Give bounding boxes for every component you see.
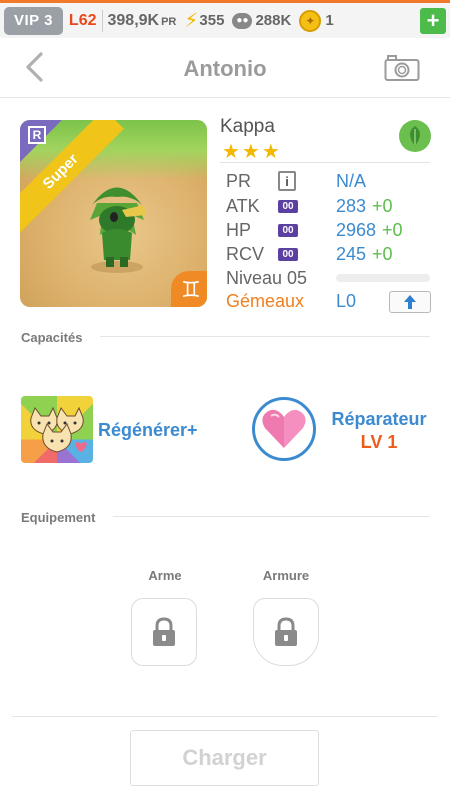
status-bar: VIP 3 L62 398,9K PR ⚡ 355 ●● 288K ✦ 1 + <box>0 0 450 38</box>
monster-card[interactable]: Super R ♊ <box>20 120 207 307</box>
level-progress-bar <box>336 274 430 282</box>
weapon-label: Arme <box>148 568 182 583</box>
armor-label: Armure <box>262 568 310 583</box>
power-rating: 398,9K PR <box>108 12 177 30</box>
paw-counter[interactable]: ●● 288K <box>232 12 291 29</box>
hp-enhance-badge: 00 <box>278 224 298 237</box>
stat-value-pr: N/A <box>336 171 367 191</box>
lightning-icon: ⚡ <box>184 10 199 32</box>
zodiac-sign-label: Gémeaux <box>226 291 305 311</box>
player-level: L62 <box>68 11 97 29</box>
stat-value-rcv: 245 +0 <box>336 244 393 264</box>
stat-label-rcv: RCV <box>226 244 265 264</box>
rcv-enhance-badge: 00 <box>278 248 298 261</box>
skill-name[interactable]: Régénérer+ <box>98 420 198 441</box>
equipment-section-label: Equipement <box>21 510 96 525</box>
upgrade-button[interactable] <box>389 291 431 313</box>
leader-skill-name[interactable]: Réparateur <box>329 409 429 430</box>
camera-button[interactable] <box>384 54 420 87</box>
charger-button[interactable]: Charger <box>130 730 319 786</box>
energy-counter[interactable]: ⚡ 355 <box>184 8 224 33</box>
level-label: Niveau 05 <box>226 268 308 288</box>
stat-value-atk: 283 +0 <box>336 196 393 216</box>
gemini-zodiac-icon: ♊ <box>171 271 207 307</box>
power-rating-unit: PR <box>161 15 177 28</box>
page-title: Antonio <box>183 56 267 81</box>
coin-counter[interactable]: ✦ 1 <box>299 9 334 32</box>
heart-icon <box>262 409 306 448</box>
abilities-section-label: Capacités <box>21 330 83 345</box>
rarity-badge: R <box>28 126 46 144</box>
zodiac-level: L0 <box>336 291 357 311</box>
lock-icon <box>275 617 297 646</box>
camera-icon <box>384 55 420 81</box>
coin-icon: ✦ <box>299 9 322 32</box>
stat-label-pr: PR <box>226 171 252 191</box>
atk-enhance-badge: 00 <box>278 200 298 213</box>
header: Antonio <box>0 40 450 98</box>
leaf-icon <box>399 120 431 152</box>
atk-bonus: +0 <box>372 196 393 216</box>
weapon-slot[interactable] <box>131 598 197 666</box>
coin-value: 1 <box>325 12 334 29</box>
stat-value-hp: 2968 +0 <box>336 220 403 240</box>
energy-value: 355 <box>199 12 225 29</box>
divider <box>100 336 430 337</box>
paw-icon: ●● <box>232 12 253 29</box>
paw-value: 288K <box>255 12 292 29</box>
divider <box>113 516 430 517</box>
info-icon[interactable]: i <box>278 171 296 191</box>
star-rating: ★★★ <box>222 141 282 163</box>
rcv-bonus: +0 <box>372 244 393 264</box>
stat-label-atk: ATK <box>226 196 260 216</box>
vip-badge[interactable]: VIP 3 <box>4 6 63 35</box>
armor-slot[interactable] <box>253 598 319 666</box>
divider <box>101 9 103 32</box>
divider <box>12 716 438 717</box>
regenerate-skill-icon[interactable] <box>21 396 93 463</box>
monster-name: Kappa <box>220 116 275 137</box>
leader-skill-icon[interactable] <box>252 397 316 461</box>
leader-skill-level: LV 1 <box>360 432 398 452</box>
arrow-up-icon <box>404 295 416 309</box>
add-coins-button[interactable]: + <box>420 8 446 34</box>
lock-icon <box>153 617 175 646</box>
divider <box>220 162 430 163</box>
kappa-monster-image <box>90 187 146 273</box>
stat-label-hp: HP <box>226 220 252 240</box>
power-rating-value: 398,9K <box>107 11 160 29</box>
hp-bonus: +0 <box>382 220 403 240</box>
